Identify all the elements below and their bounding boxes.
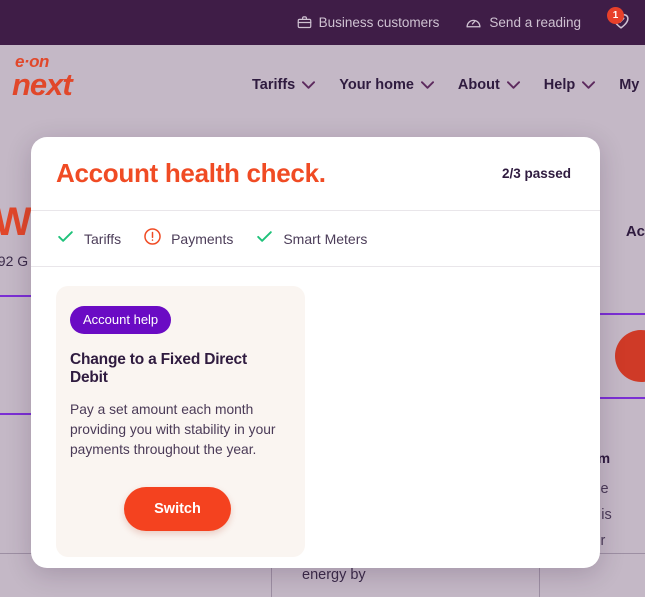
nav-item-label: Tariffs (252, 77, 296, 93)
modal-title: Account health check. (56, 158, 326, 188)
carousel-next-icon[interactable] (615, 330, 645, 382)
status-item-tariffs[interactable]: Tariffs (56, 227, 121, 251)
modal-body: Account help Change to a Fixed Direct De… (31, 267, 600, 557)
chevron-down-icon (582, 77, 596, 93)
status-item-payments[interactable]: Payments (143, 227, 233, 251)
speedometer-icon (465, 14, 482, 31)
logo-line-next: next (12, 67, 73, 102)
utility-link-label: Send a reading (489, 15, 581, 30)
status-row: Tariffs Payments Smart Meters (31, 211, 600, 267)
background-right-card-title: Ac (625, 223, 645, 240)
page-root: Business customers Send a reading 1 e·on… (0, 0, 645, 597)
utility-link-label: Business customers (318, 15, 440, 30)
nav-item-help[interactable]: Help (543, 77, 596, 93)
utility-link-business-customers[interactable]: Business customers (297, 15, 440, 30)
briefcase-icon (297, 15, 312, 30)
chevron-down-icon (420, 77, 434, 93)
offer-pill-badge: Account help (70, 306, 172, 334)
nav-item-your-home[interactable]: Your home (339, 77, 434, 93)
utility-link-send-a-reading[interactable]: Send a reading (465, 14, 581, 31)
check-icon (56, 227, 75, 251)
background-usage-card[interactable] (0, 295, 35, 415)
heart-badge-count: 1 (607, 6, 624, 24)
offer-cta-row: Switch (70, 487, 285, 531)
nav-item-tariffs[interactable]: Tariffs (252, 77, 316, 93)
status-label: Payments (171, 230, 234, 247)
modal-header: Account health check. 2/3 passed (31, 137, 600, 211)
account-health-check-modal: Account health check. 2/3 passed Tariffs… (31, 137, 600, 568)
main-navigation: e·on next Tariffs Your home About Help M… (0, 45, 645, 125)
status-item-smart-meters[interactable]: Smart Meters (255, 227, 367, 251)
modal-passed-count: 2/3 passed (501, 166, 571, 181)
utility-bar: Business customers Send a reading 1 (0, 0, 645, 45)
switch-button[interactable]: Switch (124, 487, 231, 531)
nav-item-label: Help (543, 77, 576, 93)
offer-card: Account help Change to a Fixed Direct De… (56, 286, 305, 557)
nav-item-label: Your home (339, 77, 414, 93)
offer-title: Change to a Fixed Direct Debit (70, 351, 247, 386)
status-label: Tariffs (84, 230, 122, 247)
chevron-down-icon (302, 77, 316, 93)
eon-next-logo[interactable]: e·on next (12, 53, 112, 101)
strip-text: energy by (302, 567, 366, 583)
status-label: Smart Meters (283, 230, 368, 247)
check-icon (255, 227, 274, 251)
nav-item-my-account[interactable]: My (619, 77, 639, 93)
nav-items: Tariffs Your home About Help My (252, 45, 639, 125)
nav-item-label: My (619, 77, 640, 93)
nav-item-label: About (457, 77, 500, 93)
nav-item-about[interactable]: About (458, 77, 520, 93)
account-health-heart-button[interactable]: 1 (607, 6, 635, 37)
meter-reading-text: 192 G (0, 253, 29, 269)
chevron-down-icon (506, 77, 520, 93)
exclamation-circle-icon (143, 227, 162, 251)
offer-description: Pay a set amount each month providing yo… (70, 402, 276, 457)
